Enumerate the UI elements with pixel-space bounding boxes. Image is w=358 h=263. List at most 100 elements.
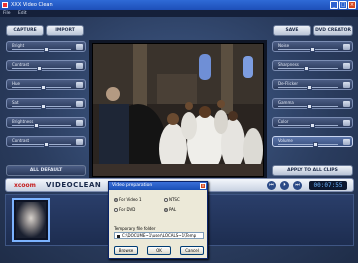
rewind-button[interactable]: ⏮ — [267, 181, 276, 190]
left-slider-knob[interactable] — [34, 123, 40, 128]
left-slider-track — [12, 125, 71, 126]
radio-for-video[interactable] — [114, 198, 118, 202]
left-slider-label: Bright — [12, 43, 25, 48]
left-slider-label: Hue — [12, 81, 21, 86]
left-slider-knob[interactable] — [40, 85, 46, 90]
right-slider-label: Gamma — [278, 100, 294, 105]
left-slider-knob[interactable] — [40, 104, 46, 109]
import-button[interactable]: IMPORT — [46, 25, 84, 36]
folder-icon — [117, 234, 120, 238]
left-slider-label: Sat — [12, 100, 19, 105]
menu-edit[interactable]: Edit — [18, 11, 27, 16]
right-slider-reset-button[interactable] — [343, 44, 350, 50]
right-slider-5[interactable]: Volume — [272, 136, 353, 147]
save-button[interactable]: SAVE — [273, 25, 311, 36]
apply-to-all-clips-button[interactable]: APPLY TO ALL CLIPS — [272, 165, 353, 176]
left-slider-5[interactable]: Contrast — [6, 136, 86, 147]
right-slider-knob[interactable] — [313, 142, 319, 147]
right-slider-knob[interactable] — [310, 47, 316, 52]
right-slider-track — [278, 49, 338, 50]
left-slider-label: Brightness — [12, 119, 34, 124]
option-ntsc[interactable]: NTSC — [164, 197, 180, 202]
left-slider-reset-button[interactable] — [76, 63, 83, 69]
clip-thumbnail-image — [16, 202, 46, 238]
temp-folder-field[interactable]: C:\DOCUME~1\user\LOCALS~1\Temp — [114, 232, 204, 239]
right-slider-reset-button[interactable] — [343, 101, 350, 107]
temp-folder-label: Temporary file folder — [114, 226, 156, 231]
video-preview[interactable] — [92, 43, 264, 177]
right-slider-3[interactable]: Gamma — [272, 98, 353, 109]
right-slider-0[interactable]: Noise — [272, 41, 353, 52]
right-slider-reset-button[interactable] — [343, 120, 350, 126]
xcoom-logo: xcoom — [14, 182, 36, 189]
right-slider-knob[interactable] — [307, 104, 312, 109]
right-slider-knob[interactable] — [303, 66, 309, 71]
video-scene — [93, 44, 263, 176]
minimize-button[interactable]: _ — [330, 1, 338, 9]
left-slider-reset-button[interactable] — [76, 44, 83, 50]
play-button[interactable]: ⏵ — [280, 181, 289, 190]
right-slider-label: Sharpness — [278, 62, 299, 67]
radio-ntsc[interactable] — [164, 198, 168, 202]
right-slider-label: Noise — [278, 43, 290, 48]
left-slider-3[interactable]: Sat — [6, 98, 86, 109]
left-slider-reset-button[interactable] — [76, 82, 83, 88]
cancel-button[interactable]: Cancel — [180, 246, 204, 255]
left-slider-label: Contrast — [12, 138, 30, 143]
title-bar: XXX Video Clean _ □ × — [0, 0, 358, 10]
left-slider-label: Contrast — [12, 62, 30, 67]
forward-button[interactable]: ⏭ — [293, 181, 302, 190]
option-pal[interactable]: PAL — [164, 207, 176, 212]
option-ntsc-label: NTSC — [169, 197, 180, 202]
temp-folder-value: C:\DOCUME~1\user\LOCALS~1\Temp — [122, 233, 197, 238]
right-slider-4[interactable]: Color — [272, 117, 353, 128]
right-slider-track — [278, 125, 338, 126]
capture-button[interactable]: CAPTURE — [6, 25, 44, 36]
option-for-video-label: For Video 1 — [119, 197, 142, 202]
left-slider-knob[interactable] — [37, 66, 43, 71]
clip-thumbnail[interactable] — [12, 198, 50, 242]
maximize-button[interactable]: □ — [339, 1, 347, 9]
left-slider-1[interactable]: Contrast — [6, 60, 86, 71]
option-for-dvd[interactable]: For DVD — [114, 207, 135, 212]
all-default-button[interactable]: ALL DEFAULT — [6, 165, 86, 176]
left-slider-reset-button[interactable] — [76, 101, 83, 107]
right-slider-knob[interactable] — [307, 85, 312, 90]
right-slider-label: Volume — [278, 138, 293, 143]
radio-pal[interactable] — [164, 208, 168, 212]
dialog-title: Video preparation — [109, 182, 207, 190]
left-slider-knob[interactable] — [43, 47, 49, 52]
right-slider-knob[interactable] — [310, 123, 316, 128]
left-slider-track — [12, 49, 71, 50]
right-slider-reset-button[interactable] — [343, 63, 350, 69]
left-slider-reset-button[interactable] — [76, 139, 83, 145]
video-preparation-dialog: Video preparation × For Video 1 NTSC For… — [108, 181, 208, 259]
left-slider-reset-button[interactable] — [76, 120, 83, 126]
dialog-close-button[interactable]: × — [200, 183, 206, 189]
right-slider-track — [278, 144, 338, 145]
playback-controls: ⏮ ⏵ ⏭ — [267, 181, 303, 190]
timecode-display: 00:07:55 — [309, 181, 347, 190]
right-slider-reset-button[interactable] — [343, 82, 350, 88]
menu-file[interactable]: File — [3, 11, 11, 16]
left-slider-track — [12, 144, 71, 145]
close-button[interactable]: × — [348, 1, 356, 9]
right-slider-label: Color — [278, 119, 289, 124]
browse-button[interactable]: Browse — [114, 246, 138, 255]
brand-label: VIDEOCLEAN — [46, 181, 102, 189]
menu-bar: File Edit — [0, 10, 358, 17]
dvd-creator-button[interactable]: DVD CREATOR — [313, 25, 353, 36]
window-title: XXX Video Clean — [11, 2, 53, 8]
option-for-video[interactable]: For Video 1 — [114, 197, 142, 202]
left-slider-4[interactable]: Brightness — [6, 117, 86, 128]
ok-button[interactable]: OK — [147, 246, 171, 255]
right-slider-1[interactable]: Sharpness — [272, 60, 353, 71]
right-slider-label: De-Flicker — [278, 81, 298, 86]
left-slider-2[interactable]: Hue — [6, 79, 86, 90]
right-slider-2[interactable]: De-Flicker — [272, 79, 353, 90]
left-slider-knob[interactable] — [43, 142, 49, 147]
right-slider-reset-button[interactable] — [343, 139, 350, 145]
app-window: XXX Video Clean _ □ × File Edit CAPTURE … — [0, 0, 358, 263]
left-slider-0[interactable]: Bright — [6, 41, 86, 52]
radio-for-dvd[interactable] — [114, 208, 118, 212]
